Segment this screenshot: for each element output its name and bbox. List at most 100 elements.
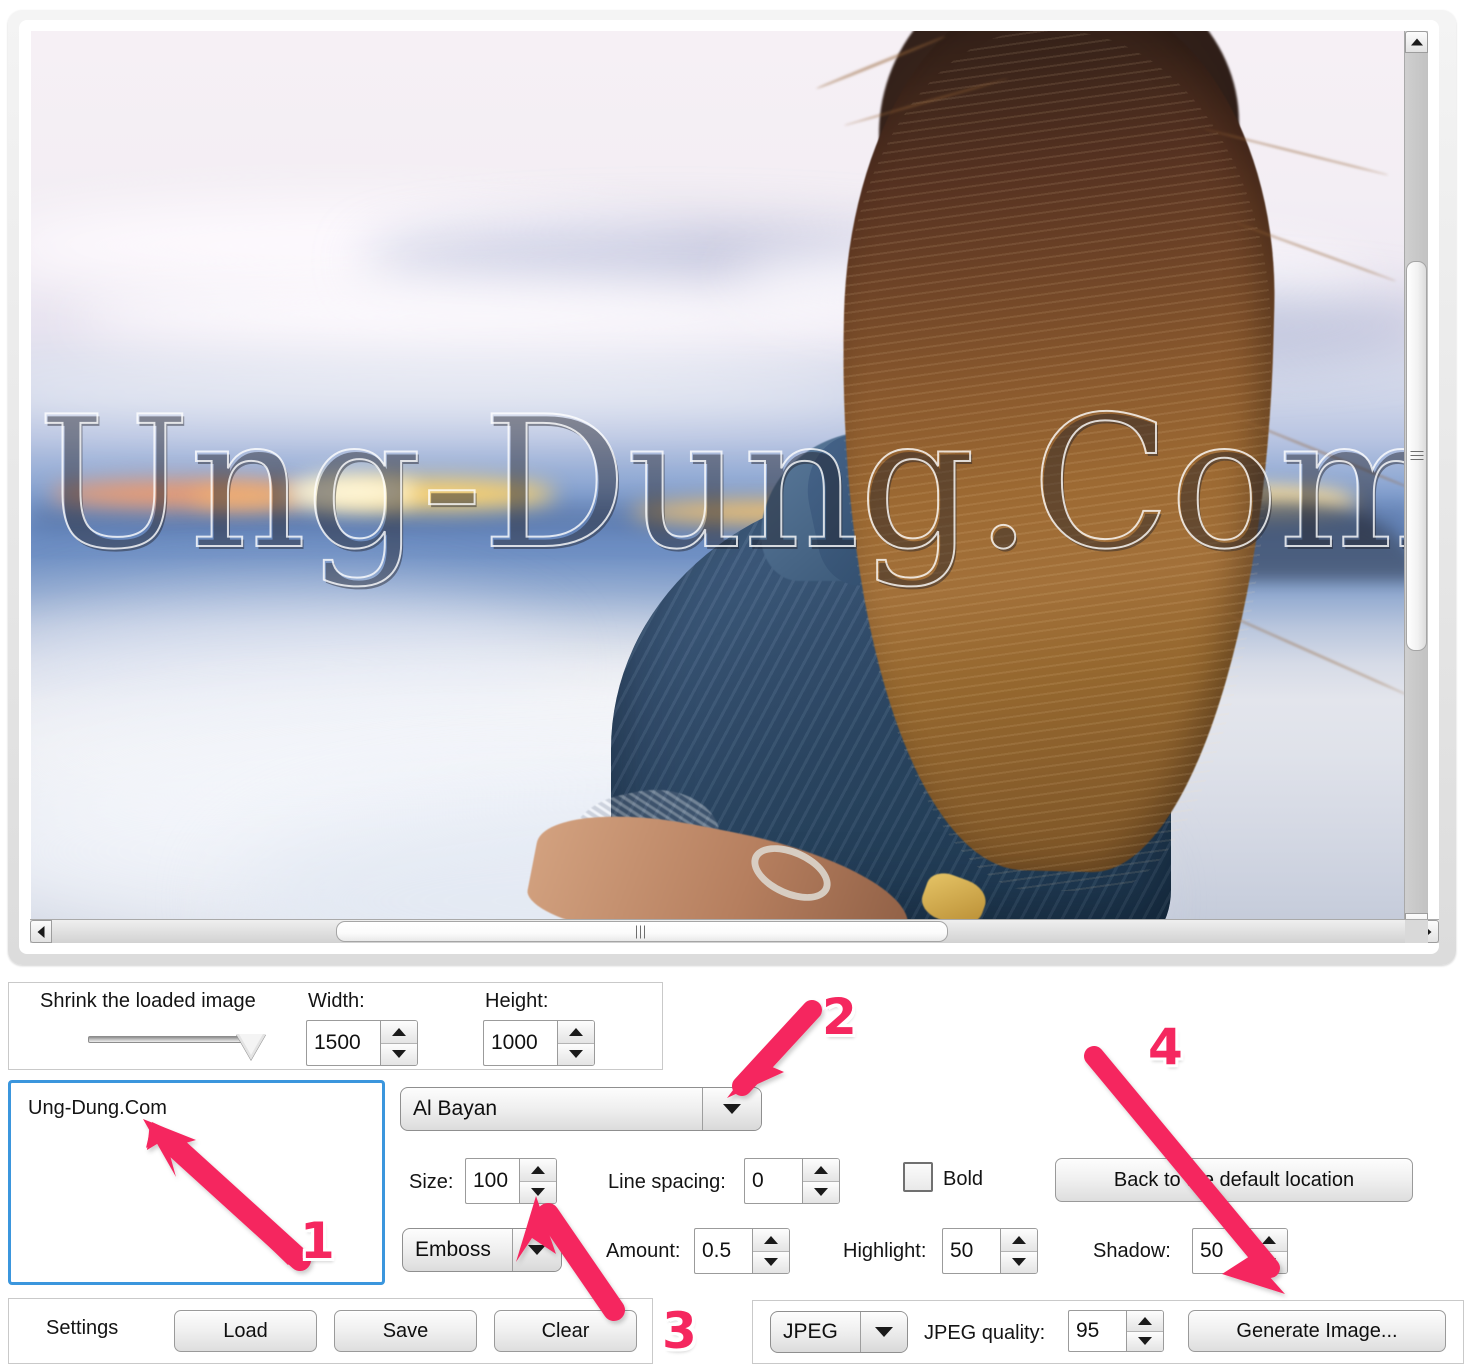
height-stepper[interactable]: 1000 <box>483 1020 595 1066</box>
chevron-down-icon <box>723 1104 741 1114</box>
size-input[interactable]: 100 <box>465 1158 519 1204</box>
photo-sun-glow <box>286 475 416 509</box>
width-increment-button[interactable] <box>381 1021 417 1044</box>
settings-label: Settings <box>46 1317 119 1339</box>
size-stepper-buttons[interactable] <box>519 1158 557 1204</box>
photo-person <box>511 31 1414 935</box>
shadow-increment-button[interactable] <box>1251 1229 1287 1252</box>
height-increment-button[interactable] <box>558 1021 594 1044</box>
highlight-input[interactable]: 50 <box>942 1228 1000 1274</box>
shrink-title-label: Shrink the loaded image <box>40 990 256 1012</box>
line-spacing-stepper-buttons[interactable] <box>802 1158 840 1204</box>
width-label: Width: <box>308 990 365 1012</box>
shrink-slider-knob[interactable] <box>236 1034 266 1060</box>
amount-increment-button[interactable] <box>753 1229 789 1252</box>
back-to-default-location-button[interactable]: Back to the default location <box>1055 1158 1413 1202</box>
amount-stepper[interactable]: 0.5 <box>694 1228 790 1274</box>
annotation-number-2: 2 <box>822 988 857 1046</box>
triangle-down-icon <box>569 1050 583 1059</box>
save-button[interactable]: Save <box>334 1310 477 1352</box>
highlight-decrement-button[interactable] <box>1001 1251 1037 1273</box>
height-label: Height: <box>485 990 549 1012</box>
jpeg-quality-stepper-buttons[interactable] <box>1126 1310 1164 1352</box>
bold-label: Bold <box>943 1168 984 1190</box>
jpeg-quality-stepper[interactable]: 95 <box>1068 1310 1164 1352</box>
line-spacing-label: Line spacing: <box>608 1171 726 1193</box>
triangle-up-icon <box>764 1235 778 1244</box>
size-label: Size: <box>409 1171 454 1193</box>
vertical-scrollbar[interactable] <box>1404 31 1428 935</box>
line-spacing-decrement-button[interactable] <box>803 1181 839 1203</box>
triangle-down-icon <box>531 1188 545 1197</box>
shadow-stepper-buttons[interactable] <box>1250 1228 1288 1274</box>
chevron-down-icon <box>875 1327 893 1337</box>
shrink-slider-track[interactable] <box>88 1036 258 1043</box>
scroll-grip-icon <box>1410 451 1423 461</box>
line-spacing-stepper[interactable]: 0 <box>744 1158 840 1204</box>
triangle-down-icon <box>392 1050 406 1059</box>
highlight-increment-button[interactable] <box>1001 1229 1037 1252</box>
width-stepper-buttons[interactable] <box>380 1020 418 1066</box>
generate-image-button[interactable]: Generate Image... <box>1188 1310 1446 1352</box>
highlight-stepper-buttons[interactable] <box>1000 1228 1038 1274</box>
triangle-up-icon <box>814 1165 828 1174</box>
triangle-down-icon <box>1012 1258 1026 1267</box>
size-stepper[interactable]: 100 <box>465 1158 557 1204</box>
amount-decrement-button[interactable] <box>753 1251 789 1273</box>
scroll-up-button[interactable] <box>1405 31 1428 53</box>
triangle-up-icon <box>1410 38 1423 46</box>
line-spacing-input[interactable]: 0 <box>744 1158 802 1204</box>
vertical-scroll-thumb[interactable] <box>1406 261 1427 651</box>
triangle-down-icon <box>764 1258 778 1267</box>
font-family-combobox[interactable]: Al Bayan <box>400 1087 762 1131</box>
effect-dropdown-arrow[interactable] <box>512 1229 561 1271</box>
font-family-value: Al Bayan <box>413 1097 498 1120</box>
annotation-number-4: 4 <box>1148 1018 1183 1076</box>
chevron-down-icon <box>528 1245 546 1255</box>
scroll-grip-icon <box>636 925 648 938</box>
output-format-combobox[interactable]: JPEG <box>770 1311 908 1353</box>
width-input[interactable]: 1500 <box>306 1020 380 1066</box>
width-stepper[interactable]: 1500 <box>306 1020 418 1066</box>
amount-input[interactable]: 0.5 <box>694 1228 752 1274</box>
output-format-value: JPEG <box>783 1320 838 1343</box>
amount-stepper-buttons[interactable] <box>752 1228 790 1274</box>
size-increment-button[interactable] <box>520 1159 556 1182</box>
bold-checkbox[interactable] <box>903 1162 933 1192</box>
height-stepper-buttons[interactable] <box>557 1020 595 1066</box>
highlight-stepper[interactable]: 50 <box>942 1228 1038 1274</box>
annotation-arrow-2 <box>727 1000 822 1098</box>
horizontal-scroll-thumb[interactable] <box>336 921 948 942</box>
watermark-text-value[interactable]: Ung-Dung.Com <box>28 1097 167 1120</box>
clear-button[interactable]: Clear <box>494 1310 637 1352</box>
scroll-left-button[interactable] <box>30 920 52 943</box>
load-button[interactable]: Load <box>174 1310 317 1352</box>
triangle-down-icon <box>1262 1258 1276 1267</box>
highlight-label: Highlight: <box>843 1240 927 1262</box>
jpeg-quality-decrement-button[interactable] <box>1127 1331 1163 1351</box>
amount-label: Amount: <box>606 1240 681 1262</box>
triangle-up-icon <box>569 1027 583 1036</box>
shadow-input[interactable]: 50 <box>1192 1228 1250 1274</box>
size-decrement-button[interactable] <box>520 1181 556 1203</box>
loaded-photo-canvas[interactable]: Ung-Dung.Com <box>31 31 1414 935</box>
horizontal-scrollbar[interactable] <box>30 919 1439 943</box>
jpeg-quality-increment-button[interactable] <box>1127 1311 1163 1332</box>
font-family-dropdown-arrow[interactable] <box>702 1088 761 1130</box>
output-format-dropdown-arrow[interactable] <box>860 1312 907 1352</box>
height-decrement-button[interactable] <box>558 1043 594 1065</box>
triangle-up-icon <box>1012 1235 1026 1244</box>
effect-value: Emboss <box>415 1238 491 1261</box>
shadow-label: Shadow: <box>1093 1240 1171 1262</box>
line-spacing-increment-button[interactable] <box>803 1159 839 1182</box>
width-decrement-button[interactable] <box>381 1043 417 1065</box>
triangle-left-icon <box>37 925 45 938</box>
shadow-stepper[interactable]: 50 <box>1192 1228 1288 1274</box>
shadow-decrement-button[interactable] <box>1251 1251 1287 1273</box>
scrollbar-corner <box>1405 920 1428 943</box>
triangle-up-icon <box>392 1027 406 1036</box>
height-input[interactable]: 1000 <box>483 1020 557 1066</box>
effect-combobox[interactable]: Emboss <box>402 1228 562 1272</box>
annotation-number-3: 3 <box>662 1302 697 1360</box>
jpeg-quality-input[interactable]: 95 <box>1068 1310 1126 1352</box>
